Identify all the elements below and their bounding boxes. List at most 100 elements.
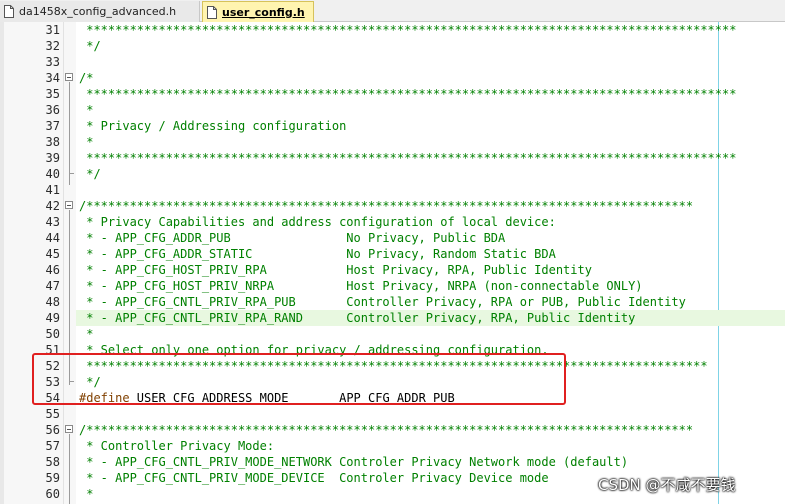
code-text: * Controller Privacy Mode: [79,438,274,454]
code-text: /***************************************… [79,198,693,214]
line-number: 46 [45,263,60,277]
comment-text: * [79,103,94,117]
watermark-text: CSDN @不咸不要钱 [598,476,736,494]
code-text: * - APP_CFG_HOST_PRIV_RPA Host Privacy, … [79,262,592,278]
line-number: 59 [45,471,60,485]
comment-text: * - APP_CFG_HOST_PRIV_NRPA Host Privacy,… [79,279,643,293]
code-text: ****************************************… [79,150,736,166]
code-editor[interactable]: 31 *************************************… [0,22,785,504]
line-number: 60 [45,487,60,501]
code-line[interactable]: 50 * [0,326,785,342]
code-line[interactable]: 38 * [0,134,785,150]
code-line[interactable]: 36 * [0,102,785,118]
comment-text: /***************************************… [79,199,694,213]
tab-da1458x-config-advanced[interactable]: da1458x_config_advanced.h [0,1,200,22]
code-text: * Privacy Capabilities and address confi… [79,214,556,230]
comment-text: * Controller Privacy Mode: [79,439,275,453]
code-line[interactable]: 35 *************************************… [0,86,785,102]
code-text: * [79,486,93,502]
comment-text: * [79,135,94,149]
comment-text: ****************************************… [79,23,737,37]
code-text: * - APP_CFG_ADDR_PUB No Privacy, Public … [79,230,505,246]
code-text: /* [79,70,93,86]
line-number: 43 [45,215,60,229]
line-number: 44 [45,231,60,245]
code-line[interactable]: 34 /* [0,70,785,86]
code-line[interactable]: 57 * Controller Privacy Mode: [0,438,785,454]
code-line[interactable]: 47 * - APP_CFG_HOST_PRIV_NRPA Host Priva… [0,278,785,294]
code-line[interactable]: 40 */ [0,166,785,182]
code-line[interactable]: 43 * Privacy Capabilities and address co… [0,214,785,230]
comment-text: * Privacy / Addressing configuration [79,119,347,133]
line-number: 35 [45,87,60,101]
line-number: 50 [45,327,60,341]
comment-text: * - APP_CFG_ADDR_STATIC No Privacy, Rand… [79,247,556,261]
comment-text: /* [79,71,94,85]
code-text: * - APP_CFG_CNTL_PRIV_MODE_DEVICE Contro… [79,470,549,486]
code-line[interactable]: 49 * - APP_CFG_CNTL_PRIV_RPA_RAND Contro… [0,310,785,326]
line-number: 36 [45,103,60,117]
line-number: 49 [45,311,60,325]
line-number: 37 [45,119,60,133]
code-text: */ [79,38,100,54]
code-text: * - APP_CFG_HOST_PRIV_NRPA Host Privacy,… [79,278,643,294]
line-number: 56 [45,423,60,437]
code-line[interactable]: 31 *************************************… [0,22,785,38]
comment-text: */ [79,167,101,181]
line-number: 58 [45,455,60,469]
file-icon [207,5,217,19]
code-text: * [79,102,93,118]
code-line[interactable]: 44 * - APP_CFG_ADDR_PUB No Privacy, Publ… [0,230,785,246]
comment-text: * [79,327,94,341]
comment-text: * - APP_CFG_CNTL_PRIV_MODE_DEVICE Contro… [79,471,549,485]
code-text: * Privacy / Addressing configuration [79,118,346,134]
comment-text: ****************************************… [79,151,737,165]
file-icon [4,5,14,18]
code-line[interactable]: 55 [0,406,785,422]
code-line[interactable]: 48 * - APP_CFG_CNTL_PRIV_RPA_PUB Control… [0,294,785,310]
code-text: */ [79,166,101,182]
fold-toggle-icon[interactable] [65,425,73,433]
fold-end-marker [69,173,74,174]
comment-text: * - APP_CFG_CNTL_PRIV_RPA_RAND Controlle… [79,311,636,325]
code-text: * [79,326,93,342]
code-line[interactable]: 37 * Privacy / Addressing configuration [0,118,785,134]
tab-bar: da1458x_config_advanced.h user_config.h [0,0,785,22]
code-line[interactable]: 56 /*************************************… [0,422,785,438]
line-number: 34 [45,71,60,85]
line-number: 41 [45,183,60,197]
code-line[interactable]: 32 */ [0,38,785,54]
code-line[interactable]: 58 * - APP_CFG_CNTL_PRIV_MODE_NETWORK Co… [0,454,785,470]
comment-text: * - APP_CFG_HOST_PRIV_RPA Host Privacy, … [79,263,592,277]
code-line[interactable]: 41 [0,182,785,198]
code-line[interactable]: 46 * - APP_CFG_HOST_PRIV_RPA Host Privac… [0,262,785,278]
line-number: 33 [45,55,60,69]
code-text: ****************************************… [79,22,736,38]
code-text: * - APP_CFG_ADDR_STATIC No Privacy, Rand… [79,246,556,262]
line-number: 47 [45,279,60,293]
tab-label: user_config.h [222,5,305,19]
tab-user-config[interactable]: user_config.h [202,1,314,22]
fold-toggle-icon[interactable] [65,201,73,209]
comment-text: * - APP_CFG_ADDR_PUB No Privacy, Public … [79,231,506,245]
code-line[interactable]: 33 [0,54,785,70]
code-text: * - APP_CFG_CNTL_PRIV_MODE_NETWORK Contr… [79,454,628,470]
line-number: 39 [45,151,60,165]
comment-text: * - APP_CFG_CNTL_PRIV_MODE_NETWORK Contr… [79,455,629,469]
comment-text: * Privacy Capabilities and address confi… [79,215,556,229]
code-text: * - APP_CFG_CNTL_PRIV_RPA_RAND Controlle… [79,310,635,326]
line-number: 40 [45,167,60,181]
annotation-highlight-box [32,353,566,405]
code-line[interactable]: 39 *************************************… [0,150,785,166]
line-number: 55 [45,407,60,421]
line-number: 31 [45,23,60,37]
fold-toggle-icon[interactable] [65,73,73,81]
line-number: 32 [45,39,60,53]
code-line[interactable]: 42 /*************************************… [0,198,785,214]
comment-text: * [79,487,94,501]
code-text: /***************************************… [79,422,693,438]
code-line[interactable]: 45 * - APP_CFG_ADDR_STATIC No Privacy, R… [0,246,785,262]
line-number: 57 [45,439,60,453]
comment-text: /***************************************… [79,423,694,437]
comment-text: ****************************************… [79,87,737,101]
